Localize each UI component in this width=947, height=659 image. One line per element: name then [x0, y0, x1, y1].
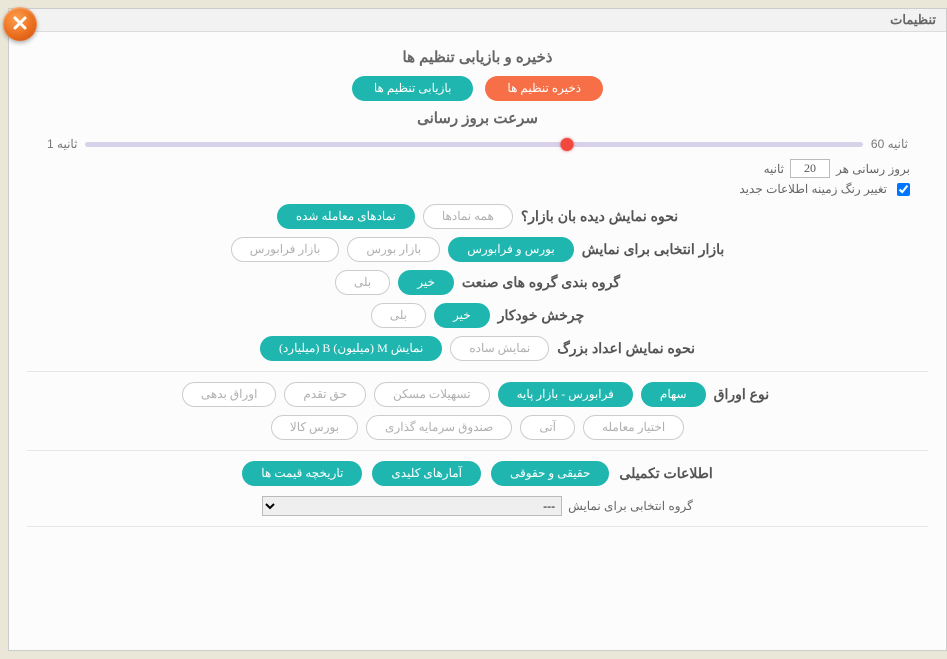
divider	[27, 526, 928, 527]
watch-all-option[interactable]: همه نمادها	[423, 204, 513, 229]
info-real-legal-option[interactable]: حقیقی و حقوقی	[491, 461, 609, 486]
refresh-every-prefix: بروز رسانی هر	[836, 162, 910, 176]
sec-debt-option[interactable]: اوراق بدهی	[182, 382, 277, 407]
autorotate-no-option[interactable]: خیر	[434, 303, 490, 328]
slider-min-label: ثانیه 1	[47, 137, 77, 151]
sec-rights-option[interactable]: حق تقدم	[284, 382, 366, 407]
securities-label: نوع اوراق	[714, 386, 770, 403]
refresh-heading: سرعت بروز رسانی	[27, 109, 928, 127]
autorotate-label: چرخش خودکار	[498, 307, 585, 324]
bignum-mb-option[interactable]: نمایش M (میلیون) B (میلیارد)	[260, 336, 442, 361]
restore-settings-button[interactable]: بازیابی تنظیم ها	[352, 76, 474, 101]
bg-color-checkbox[interactable]	[897, 183, 910, 196]
divider	[27, 371, 928, 372]
divider	[27, 450, 928, 451]
window-titlebar: تنظیمات	[9, 9, 946, 32]
close-button[interactable]	[3, 7, 37, 41]
slider-thumb[interactable]	[561, 138, 574, 151]
market-bourse-option[interactable]: بازار بورس	[347, 237, 440, 262]
save-restore-heading: ذخیره و بازیابی تنظیم ها	[27, 48, 928, 66]
sec-housing-option[interactable]: تسهیلات مسکن	[374, 382, 490, 407]
market-fara-option[interactable]: بازار فرابورس	[231, 237, 340, 262]
refresh-seconds-input[interactable]	[790, 159, 830, 178]
group-select-label: گروه انتخابی برای نمایش	[568, 499, 693, 513]
industry-no-option[interactable]: خیر	[398, 270, 454, 295]
slider-max-label: ثانیه 60	[871, 137, 908, 151]
sec-farabase-option[interactable]: فرابورس - بازار پایه	[498, 382, 633, 407]
refresh-slider[interactable]	[85, 137, 862, 151]
bignum-label: نحوه نمایش اعداد بزرگ	[557, 340, 695, 357]
sec-fund-option[interactable]: صندوق سرمایه گذاری	[366, 415, 512, 440]
info-label: اطلاعات تکمیلی	[619, 465, 712, 482]
sec-future-option[interactable]: آتی	[520, 415, 575, 440]
watch-mode-label: نحوه نمایش دیده بان بازار؟	[521, 208, 678, 225]
info-price-hist-option[interactable]: تاریخچه قیمت ها	[242, 461, 362, 486]
window-title: تنظیمات	[890, 12, 936, 27]
market-both-option[interactable]: بورس و فرابورس	[448, 237, 573, 262]
info-key-stats-option[interactable]: آمارهای کلیدی	[372, 461, 481, 486]
refresh-every-suffix: ثانیه	[764, 162, 784, 176]
bignum-simple-option[interactable]: نمایش ساده	[450, 336, 549, 361]
sec-commodity-option[interactable]: بورس کالا	[271, 415, 358, 440]
industry-label: گروه بندی گروه های صنعت	[462, 274, 620, 291]
close-icon	[12, 15, 28, 34]
save-settings-button[interactable]: ذخیره تنظیم ها	[485, 76, 603, 101]
sec-option-option[interactable]: اختیار معامله	[583, 415, 684, 440]
autorotate-yes-option[interactable]: بلی	[371, 303, 426, 328]
industry-yes-option[interactable]: بلی	[335, 270, 390, 295]
market-label: بازار انتخابی برای نمایش	[582, 241, 725, 258]
watch-traded-option[interactable]: نمادهای معامله شده	[277, 204, 415, 229]
sec-stock-option[interactable]: سهام	[641, 382, 706, 407]
bg-color-label: تغییر رنگ زمینه اطلاعات جدید	[739, 182, 887, 196]
group-select[interactable]: ---	[262, 496, 562, 516]
slider-track	[85, 142, 862, 147]
